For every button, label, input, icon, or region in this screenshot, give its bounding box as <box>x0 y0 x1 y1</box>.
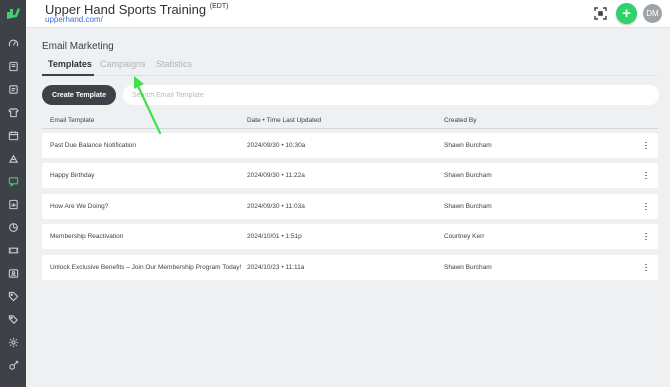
notebook-icon <box>8 84 18 94</box>
sidebar-item-book[interactable] <box>5 58 21 74</box>
timezone-label: (EDT) <box>209 3 229 10</box>
dashboard-icon <box>8 39 18 47</box>
sidebar-item-contacts[interactable] <box>5 265 21 281</box>
sidebar-item-notebook[interactable] <box>5 81 21 97</box>
jersey-icon <box>7 107 19 117</box>
last-updated: 2024/09/30 • 11:03a <box>247 203 305 210</box>
message-icon <box>8 176 18 187</box>
template-name: Past Due Balance Notification <box>50 142 136 149</box>
row-menu-icon[interactable] <box>641 261 651 274</box>
table-row[interactable]: Happy Birthday 2024/09/30 • 11:22a Shawn… <box>42 163 658 188</box>
team-icon <box>8 154 18 163</box>
column-header-updated: Date • Time Last Updated <box>247 117 322 124</box>
sidebar-item-tickets[interactable] <box>5 242 21 258</box>
created-by: Shawn Burcham <box>444 203 492 210</box>
sidebar <box>0 0 26 387</box>
last-updated: 2024/09/30 • 11:22a <box>247 172 305 179</box>
table-header-divider <box>42 128 658 129</box>
sidebar-item-reports[interactable] <box>5 196 21 212</box>
template-name: Happy Birthday <box>50 172 95 179</box>
template-name: How Are We Doing? <box>50 203 109 210</box>
table-row[interactable]: Membership Reactivation 2024/10/01 • 1:5… <box>42 224 658 249</box>
ticket-icon <box>8 247 18 253</box>
row-menu-icon[interactable] <box>641 169 651 182</box>
page-title: Email Marketing <box>42 41 114 52</box>
chart-pie-icon <box>8 222 18 232</box>
active-tab-indicator <box>42 74 94 76</box>
last-updated: 2024/09/30 • 10:30a <box>247 142 306 149</box>
brand-logo-icon[interactable] <box>4 6 22 22</box>
created-by: Shawn Burcham <box>444 264 492 271</box>
id-card-icon <box>8 268 18 278</box>
template-name: Unlock Exclusive Benefits – Join Our Mem… <box>50 264 242 271</box>
template-name: Membership Reactivation <box>50 233 124 240</box>
settings-icon <box>8 337 18 347</box>
tab-statistics[interactable]: Statistics <box>156 59 192 69</box>
create-template-button[interactable]: Create Template <box>42 85 116 105</box>
search-input[interactable] <box>123 85 659 105</box>
business-url-link[interactable]: upperhand.com/ <box>45 15 103 24</box>
table-row[interactable]: How Are We Doing? 2024/09/30 • 11:03a Sh… <box>42 194 658 219</box>
tag-icon <box>8 291 18 301</box>
tools-icon <box>8 360 18 370</box>
sidebar-item-jersey[interactable] <box>5 104 21 120</box>
qr-scan-button[interactable] <box>594 7 607 20</box>
sidebar-item-marketing[interactable] <box>5 173 21 189</box>
book-icon <box>8 61 18 71</box>
tags-icon <box>8 314 18 324</box>
sidebar-item-tags[interactable] <box>5 311 21 327</box>
quick-add-button[interactable]: + <box>616 3 637 24</box>
table-row[interactable]: Unlock Exclusive Benefits – Join Our Mem… <box>42 255 658 280</box>
tab-campaigns[interactable]: Campaigns <box>100 59 146 69</box>
sidebar-item-dashboard[interactable] <box>5 35 21 51</box>
created-by: Shawn Burcham <box>444 142 492 149</box>
tab-templates[interactable]: Templates <box>48 59 92 69</box>
last-updated: 2024/10/01 • 1:51p <box>247 233 302 240</box>
row-menu-icon[interactable] <box>641 200 651 213</box>
sidebar-item-analytics[interactable] <box>5 219 21 235</box>
user-avatar[interactable]: DM <box>643 4 662 23</box>
report-icon <box>8 199 18 209</box>
sidebar-item-tools[interactable] <box>5 357 21 373</box>
table-row[interactable]: Past Due Balance Notification 2024/09/30… <box>42 133 658 158</box>
column-header-created-by: Created By <box>444 117 477 124</box>
row-menu-icon[interactable] <box>641 230 651 243</box>
tabs-divider <box>42 75 658 76</box>
calendar-icon <box>8 130 18 140</box>
scan-icon <box>594 7 607 20</box>
last-updated: 2024/10/23 • 11:11a <box>247 264 305 271</box>
row-menu-icon[interactable] <box>641 139 651 152</box>
sidebar-item-calendar[interactable] <box>5 127 21 143</box>
top-header: Upper Hand Sports Training (EDT) upperha… <box>26 0 670 28</box>
sidebar-item-tag[interactable] <box>5 288 21 304</box>
sidebar-item-team[interactable] <box>5 150 21 166</box>
created-by: Courtney Kerr <box>444 233 485 240</box>
created-by: Shawn Burcham <box>444 172 492 179</box>
column-header-template: Email Template <box>50 117 95 124</box>
sidebar-item-settings[interactable] <box>5 334 21 350</box>
